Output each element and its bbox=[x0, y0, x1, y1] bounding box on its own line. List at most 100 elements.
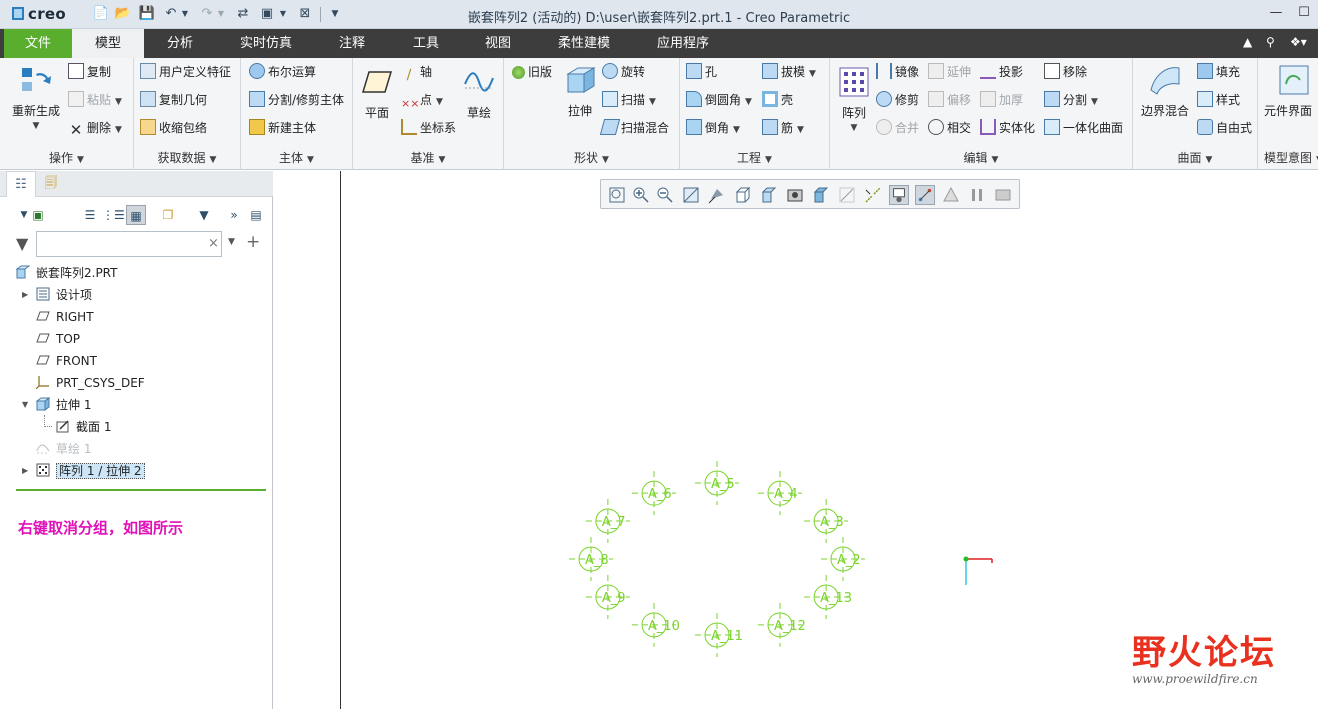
trim-button[interactable]: 修剪 bbox=[876, 90, 919, 110]
datum-axis-a-8[interactable]: A_8 bbox=[569, 537, 613, 581]
tree-root-part[interactable]: 嵌套阵列2.PRT bbox=[16, 263, 117, 283]
show-details-icon[interactable]: ▤ bbox=[246, 205, 266, 225]
copy-geometry-button[interactable]: 复制几何 bbox=[140, 90, 207, 110]
tab-folder-browser[interactable]: 🗐 bbox=[36, 171, 66, 197]
split-button[interactable]: 分割 ▼ bbox=[1044, 90, 1098, 110]
datum-axis-a-7[interactable]: A_7 bbox=[585, 499, 630, 543]
tree-columns-icon[interactable]: ⋮☰ bbox=[102, 205, 125, 225]
axis-button[interactable]: ∕ 轴 bbox=[401, 62, 432, 83]
chamfer-button[interactable]: 倒角 ▼ bbox=[686, 118, 740, 138]
tree-item-top-plane[interactable]: TOP bbox=[36, 329, 80, 349]
tab-flexible-modeling[interactable]: 柔性建模 bbox=[546, 29, 622, 58]
tab-live-simulation[interactable]: 实时仿真 bbox=[224, 29, 308, 58]
new-body-button[interactable]: 新建主体 bbox=[249, 118, 316, 138]
pattern-button[interactable]: 阵列 ▼ bbox=[834, 66, 874, 133]
point-button[interactable]: ××点 ▼ bbox=[401, 90, 443, 110]
datum-axis-a-9[interactable]: A_9 bbox=[585, 575, 630, 619]
search-dropdown-icon[interactable]: ▼ bbox=[228, 237, 235, 247]
part-icon[interactable]: ▣ bbox=[28, 205, 48, 225]
expand-arrow-icon[interactable]: ▶ bbox=[22, 461, 28, 481]
solidify-button[interactable]: 实体化 bbox=[980, 118, 1035, 138]
project-button[interactable]: 投影 bbox=[980, 62, 1023, 82]
sketch-button[interactable]: 草绘 bbox=[457, 66, 501, 121]
datum-axis-a-12[interactable]: A_12 bbox=[758, 602, 806, 647]
tree-search-input[interactable] bbox=[36, 231, 222, 257]
tab-annotate[interactable]: 注释 bbox=[320, 29, 384, 58]
shrinkwrap-button[interactable]: 收缩包络 bbox=[140, 118, 207, 138]
datum-axis-a-13[interactable]: A_13 bbox=[804, 575, 852, 619]
group-label-operations[interactable]: 操作 ▼ bbox=[0, 149, 133, 166]
unify-surface-button[interactable]: 一体化曲面 bbox=[1044, 118, 1123, 138]
tree-item-pattern-1[interactable]: ▶ 阵列 1 / 拉伸 2 bbox=[22, 461, 145, 481]
paste-button[interactable]: 粘贴 ▼ bbox=[68, 90, 122, 110]
group-label-datum[interactable]: 基准 ▼ bbox=[353, 149, 503, 166]
group-label-get-data[interactable]: 获取数据 ▼ bbox=[134, 149, 240, 166]
more-tools-icon[interactable]: » bbox=[224, 205, 244, 225]
tree-item-design-items[interactable]: ▶ 设计项 bbox=[22, 285, 92, 305]
intersect-button[interactable]: 相交 bbox=[928, 118, 971, 138]
revolve-button[interactable]: 旋转 bbox=[602, 62, 645, 82]
datum-axis-a-5[interactable]: A_5 bbox=[695, 461, 739, 505]
copy-button[interactable]: 复制 bbox=[68, 62, 111, 82]
tree-bookmark-icon[interactable]: ❐ bbox=[158, 205, 178, 225]
draft-button[interactable]: 拔模 ▼ bbox=[762, 62, 816, 82]
tree-item-right-plane[interactable]: RIGHT bbox=[36, 307, 94, 327]
boundary-blend-button[interactable]: 边界混合 bbox=[1137, 64, 1193, 119]
tree-list-icon[interactable]: ☰ bbox=[80, 205, 100, 225]
minimize-icon[interactable]: — bbox=[1266, 5, 1286, 23]
insert-here-marker[interactable] bbox=[16, 489, 266, 491]
datum-axis-a-3[interactable]: A_3 bbox=[804, 499, 849, 543]
tree-item-csys[interactable]: PRT_CSYS_DEF bbox=[36, 373, 145, 393]
sweep-button[interactable]: 扫描 ▼ bbox=[602, 90, 656, 110]
group-label-body[interactable]: 主体 ▼ bbox=[241, 149, 352, 166]
help-icon[interactable]: ❖▾ bbox=[1290, 35, 1307, 49]
group-label-surface[interactable]: 曲面 ▼ bbox=[1133, 149, 1257, 166]
expand-arrow-icon[interactable]: ▶ bbox=[22, 285, 28, 305]
tab-analysis[interactable]: 分析 bbox=[148, 29, 212, 58]
datum-axis-a-4[interactable]: A_4 bbox=[758, 471, 802, 516]
delete-button[interactable]: ✕ 删除 ▼ bbox=[68, 118, 122, 138]
tab-tools[interactable]: 工具 bbox=[394, 29, 458, 58]
udf-button[interactable]: 用户定义特征 bbox=[140, 62, 231, 82]
thicken-button[interactable]: 加厚 bbox=[980, 90, 1023, 110]
datum-axis-a-11[interactable]: A_11 bbox=[695, 613, 743, 657]
tree-item-section-1[interactable]: 截面 1 bbox=[44, 415, 111, 437]
group-label-shape[interactable]: 形状 ▼ bbox=[504, 149, 679, 166]
datum-axis-a-2[interactable]: A_2 bbox=[821, 537, 865, 581]
shell-button[interactable]: 壳 bbox=[762, 90, 793, 110]
add-filter-icon[interactable]: + bbox=[246, 232, 260, 252]
datum-axis-a-6[interactable]: A_6 bbox=[632, 471, 676, 516]
group-label-edit[interactable]: 编辑 ▼ bbox=[830, 149, 1132, 166]
extend-button[interactable]: 延伸 bbox=[928, 62, 971, 82]
tab-model[interactable]: 模型 bbox=[72, 29, 144, 58]
tab-model-tree[interactable]: ☷ bbox=[6, 171, 36, 197]
funnel-filter-icon[interactable]: ▼ bbox=[16, 234, 28, 253]
group-label-engineering[interactable]: 工程 ▼ bbox=[680, 149, 829, 166]
fill-button[interactable]: 填充 bbox=[1197, 62, 1240, 82]
graphics-window[interactable]: A_2 A_3 A_4 A_5 A_6 A_7 A_8 A_9 A_10 A_11 A_12 A_13… bbox=[274, 171, 1318, 709]
rib-button[interactable]: 筋 ▼ bbox=[762, 118, 804, 138]
legacy-button[interactable]: 旧版 bbox=[512, 62, 552, 82]
component-interface-button[interactable]: 元件界面 bbox=[1264, 64, 1318, 119]
clear-search-icon[interactable]: × bbox=[208, 236, 219, 251]
datum-axis-a-10[interactable]: A_10 bbox=[632, 602, 680, 647]
remove-button[interactable]: 移除 bbox=[1044, 62, 1087, 82]
plane-button[interactable]: 平面 bbox=[357, 66, 397, 121]
mirror-button[interactable]: 镜像 bbox=[876, 62, 919, 82]
boolean-button[interactable]: 布尔运算 bbox=[249, 62, 316, 82]
tab-file[interactable]: 文件 bbox=[4, 29, 72, 58]
tree-settings-icon[interactable]: ▦ bbox=[126, 205, 146, 225]
search-icon[interactable]: ⚲ bbox=[1266, 35, 1275, 49]
collapse-ribbon-icon[interactable]: ▲ bbox=[1243, 35, 1252, 49]
style-button[interactable]: 样式 bbox=[1197, 90, 1240, 110]
tree-item-front-plane[interactable]: FRONT bbox=[36, 351, 97, 371]
tab-applications[interactable]: 应用程序 bbox=[644, 29, 722, 58]
extrude-button[interactable]: 拉伸 bbox=[560, 64, 600, 119]
maximize-icon[interactable]: ☐ bbox=[1294, 5, 1314, 23]
regenerate-button[interactable]: 重新生成 ▼ bbox=[8, 64, 64, 131]
freestyle-button[interactable]: 自由式 bbox=[1197, 118, 1252, 138]
offset-button[interactable]: 偏移 bbox=[928, 90, 971, 110]
csys-button[interactable]: 坐标系 bbox=[401, 118, 456, 138]
split-trim-body-button[interactable]: 分割/修剪主体 bbox=[249, 90, 344, 110]
collapse-arrow-icon[interactable]: ▼ bbox=[22, 395, 28, 415]
